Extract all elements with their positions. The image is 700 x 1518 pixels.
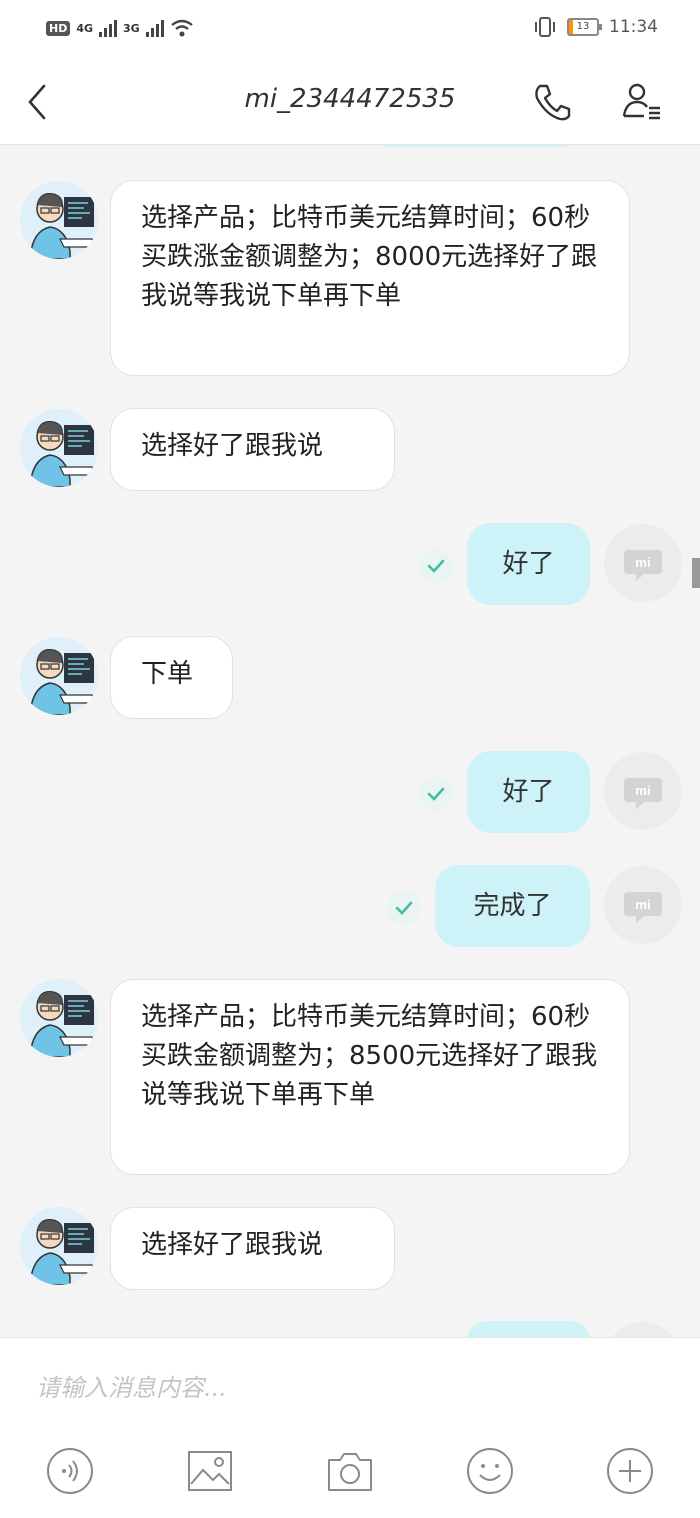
- wifi-icon: [170, 19, 193, 37]
- message-bubble[interactable]: 好了: [467, 751, 590, 833]
- message-bubble[interactable]: 选择产品；比特币美元结算时间；60秒买跌金额调整为；8500元选择好了跟我说等我…: [110, 979, 630, 1175]
- contact-avatar[interactable]: [20, 181, 98, 259]
- status-right: 13 11:34: [533, 16, 658, 38]
- message-input[interactable]: 请输入消息内容...: [36, 1368, 656, 1408]
- message-bubble[interactable]: 完成了: [435, 865, 590, 947]
- contact-avatar[interactable]: [20, 979, 98, 1057]
- self-avatar-mi-icon[interactable]: mi: [604, 752, 682, 830]
- hd-badge: HD: [46, 20, 71, 36]
- composer: 请输入消息内容...: [0, 1337, 700, 1518]
- signal-icon: [99, 19, 118, 37]
- read-check-icon: [387, 891, 421, 925]
- message-bubble[interactable]: 选择好了跟我说: [110, 1207, 395, 1290]
- contact-avatar[interactable]: [20, 637, 98, 715]
- partial-outgoing-bubble: [467, 1321, 590, 1337]
- scrollbar-thumb[interactable]: [692, 558, 700, 588]
- network-indicators: HD 4G 3G: [46, 18, 194, 38]
- contact-list-icon[interactable]: [620, 80, 664, 124]
- signal-icon: [145, 19, 164, 37]
- message-bubble[interactable]: 下单: [110, 636, 233, 719]
- svg-text:mi: mi: [635, 783, 650, 798]
- camera-icon[interactable]: [325, 1446, 375, 1496]
- status-bar: HD 4G 3G 13 11:34: [0, 0, 700, 60]
- contact-avatar[interactable]: [20, 1207, 98, 1285]
- message-bubble[interactable]: 选择产品；比特币美元结算时间；60秒买跌涨金额调整为；8000元选择好了跟我说等…: [110, 180, 630, 376]
- add-icon[interactable]: [605, 1446, 655, 1496]
- battery-icon: 13: [567, 18, 602, 36]
- voice-icon[interactable]: [45, 1446, 95, 1496]
- self-avatar-mi-icon[interactable]: mi: [604, 866, 682, 944]
- message-list[interactable]: 选择产品；比特币美元结算时间；60秒买跌涨金额调整为；8000元选择好了跟我说等…: [0, 145, 700, 1337]
- partial-outgoing-bubble: [377, 145, 573, 147]
- battery-level: 13: [576, 21, 590, 32]
- chat-title: mi_2344472535: [244, 84, 456, 114]
- image-icon[interactable]: [185, 1446, 235, 1496]
- read-check-icon: [419, 549, 453, 583]
- clock: 11:34: [609, 17, 658, 37]
- emoji-icon[interactable]: [465, 1446, 515, 1496]
- vibrate-icon: [535, 17, 555, 37]
- message-bubble[interactable]: 选择好了跟我说: [110, 408, 395, 491]
- svg-text:mi: mi: [635, 897, 650, 912]
- message-bubble[interactable]: 好了: [467, 523, 590, 605]
- network-4g-label: 4G: [76, 21, 94, 35]
- network-3g-label: 3G: [123, 21, 140, 35]
- svg-text:mi: mi: [635, 555, 650, 570]
- phone-icon[interactable]: [530, 80, 574, 124]
- chat-header: mi_2344472535: [0, 60, 700, 145]
- self-avatar-mi-icon: [604, 1322, 682, 1337]
- self-avatar-mi-icon[interactable]: mi: [604, 524, 682, 602]
- contact-avatar[interactable]: [20, 409, 98, 487]
- read-check-icon: [419, 777, 453, 811]
